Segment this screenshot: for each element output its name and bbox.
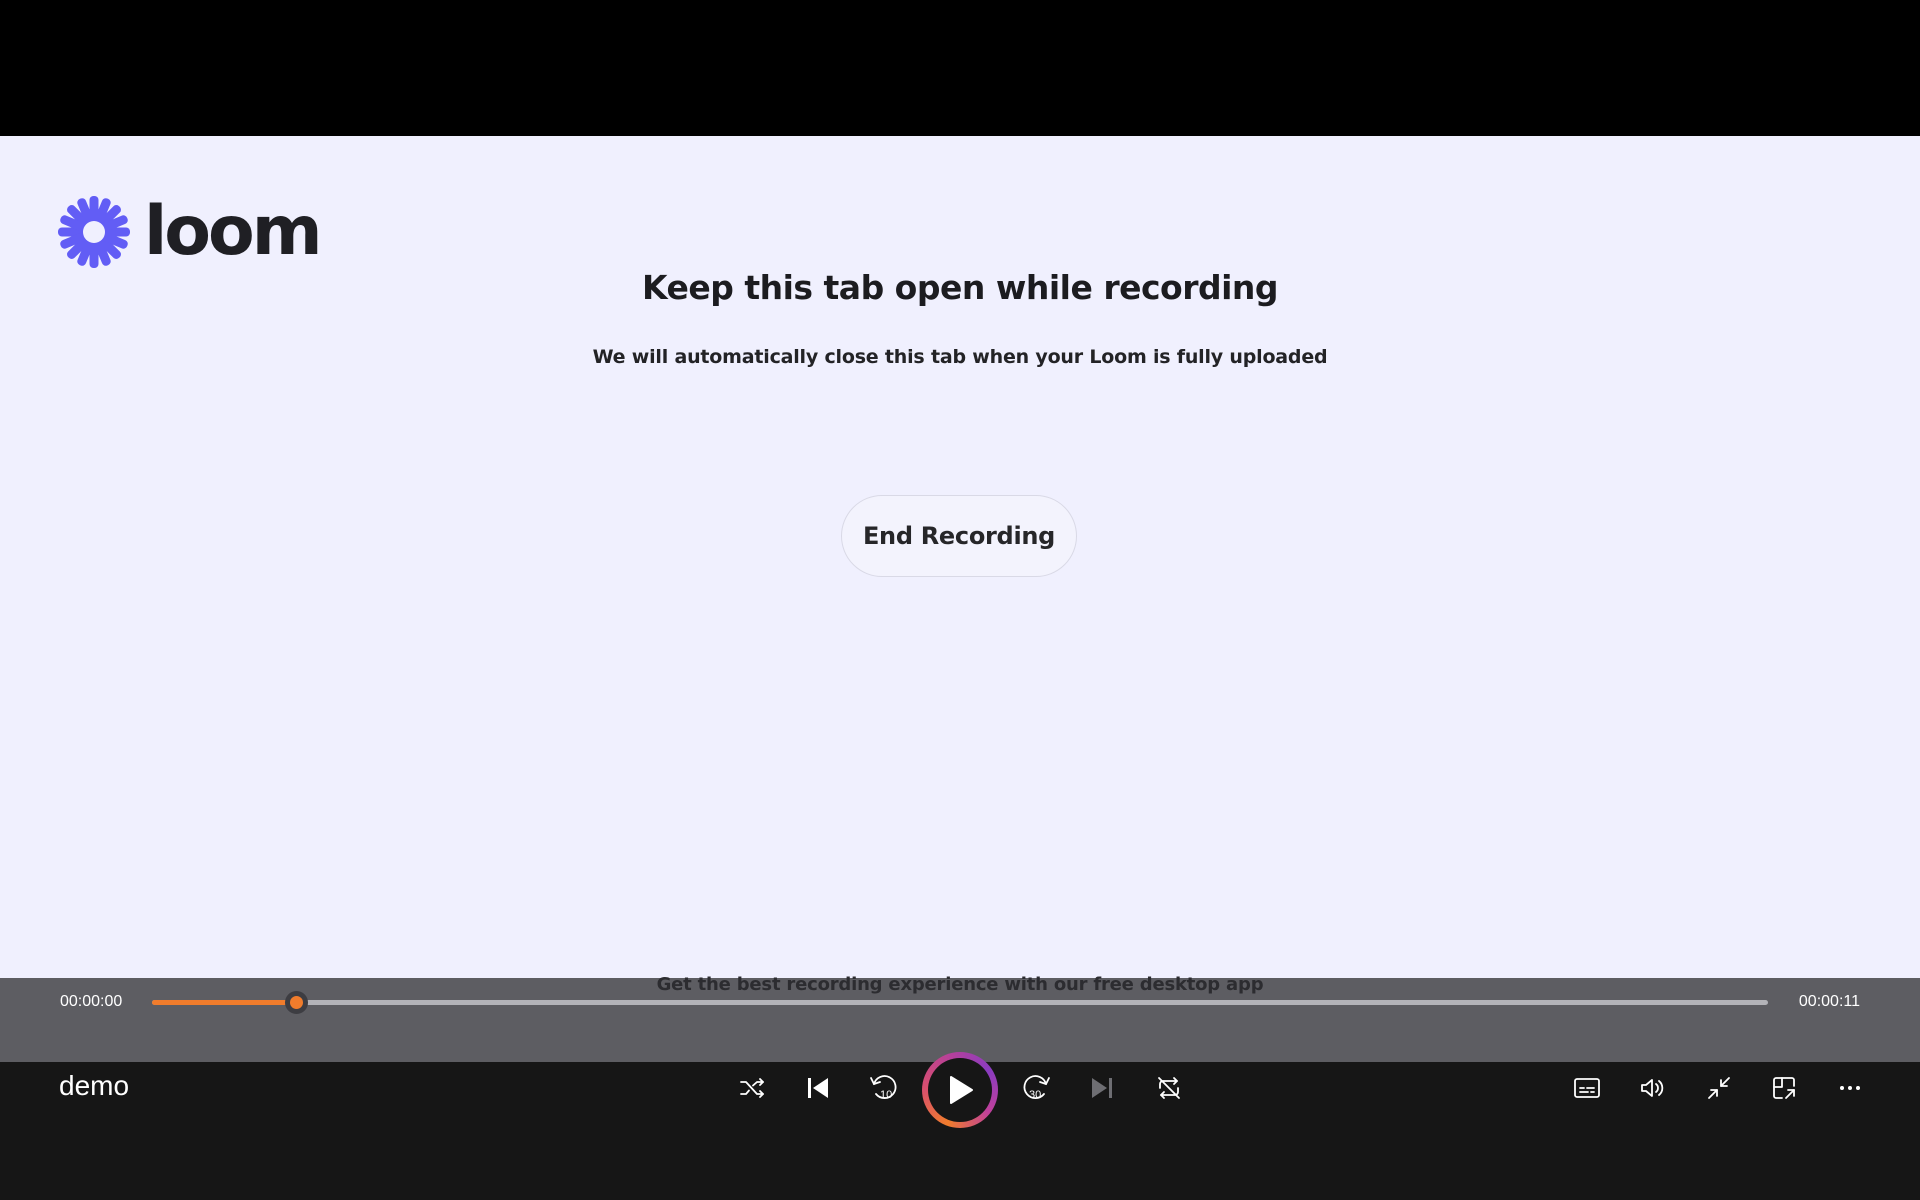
next-icon xyxy=(1092,1078,1112,1098)
current-time: 00:00:00 xyxy=(60,993,123,1010)
loom-starburst-icon xyxy=(58,196,130,268)
captions-button[interactable] xyxy=(1565,1066,1609,1110)
previous-icon xyxy=(808,1078,828,1098)
rewind-10-icon: 10 xyxy=(870,1075,897,1101)
volume-button[interactable] xyxy=(1630,1066,1674,1110)
total-time: 00:00:11 xyxy=(1798,993,1860,1010)
rewind-10-label: 10 xyxy=(880,1089,892,1101)
exit-fullscreen-icon xyxy=(1708,1077,1730,1099)
shuffle-button[interactable] xyxy=(730,1066,774,1110)
forward-30-button[interactable]: 30 xyxy=(1015,1066,1059,1110)
miniplayer-icon xyxy=(1773,1077,1795,1099)
next-button[interactable] xyxy=(1080,1066,1124,1110)
letterbox-top xyxy=(0,0,1920,136)
repeat-button[interactable] xyxy=(1147,1066,1191,1110)
media-title: demo xyxy=(59,1070,130,1101)
more-options-button[interactable] xyxy=(1828,1066,1872,1110)
forward-30-label: 30 xyxy=(1029,1089,1041,1101)
page-subtitle: We will automatically close this tab whe… xyxy=(592,346,1328,368)
captions-icon xyxy=(1574,1078,1600,1098)
seek-bar-thumb[interactable] xyxy=(284,991,308,1014)
loom-logo: loom xyxy=(58,192,323,271)
rewind-10-button[interactable]: 10 xyxy=(861,1066,905,1110)
seek-bar[interactable] xyxy=(152,991,1768,1014)
page-title: Keep this tab open while recording xyxy=(641,268,1279,307)
repeat-off-icon xyxy=(1158,1077,1180,1099)
play-button[interactable] xyxy=(922,1052,998,1128)
seek-bar-progress xyxy=(152,1000,296,1005)
end-recording-button[interactable]: End Recording xyxy=(841,495,1077,577)
more-icon xyxy=(1840,1086,1860,1090)
desktop-app-promo[interactable]: Get the best recording experience with o… xyxy=(0,974,1920,995)
play-icon xyxy=(950,1076,973,1104)
previous-button[interactable] xyxy=(796,1066,840,1110)
exit-fullscreen-button[interactable] xyxy=(1697,1066,1741,1110)
shuffle-icon xyxy=(740,1078,764,1098)
miniplayer-button[interactable] xyxy=(1762,1066,1806,1110)
play-button-inner xyxy=(928,1058,992,1122)
volume-icon xyxy=(1641,1079,1664,1097)
forward-30-icon: 30 xyxy=(1023,1075,1050,1101)
logo-wordmark: loom xyxy=(144,192,323,271)
